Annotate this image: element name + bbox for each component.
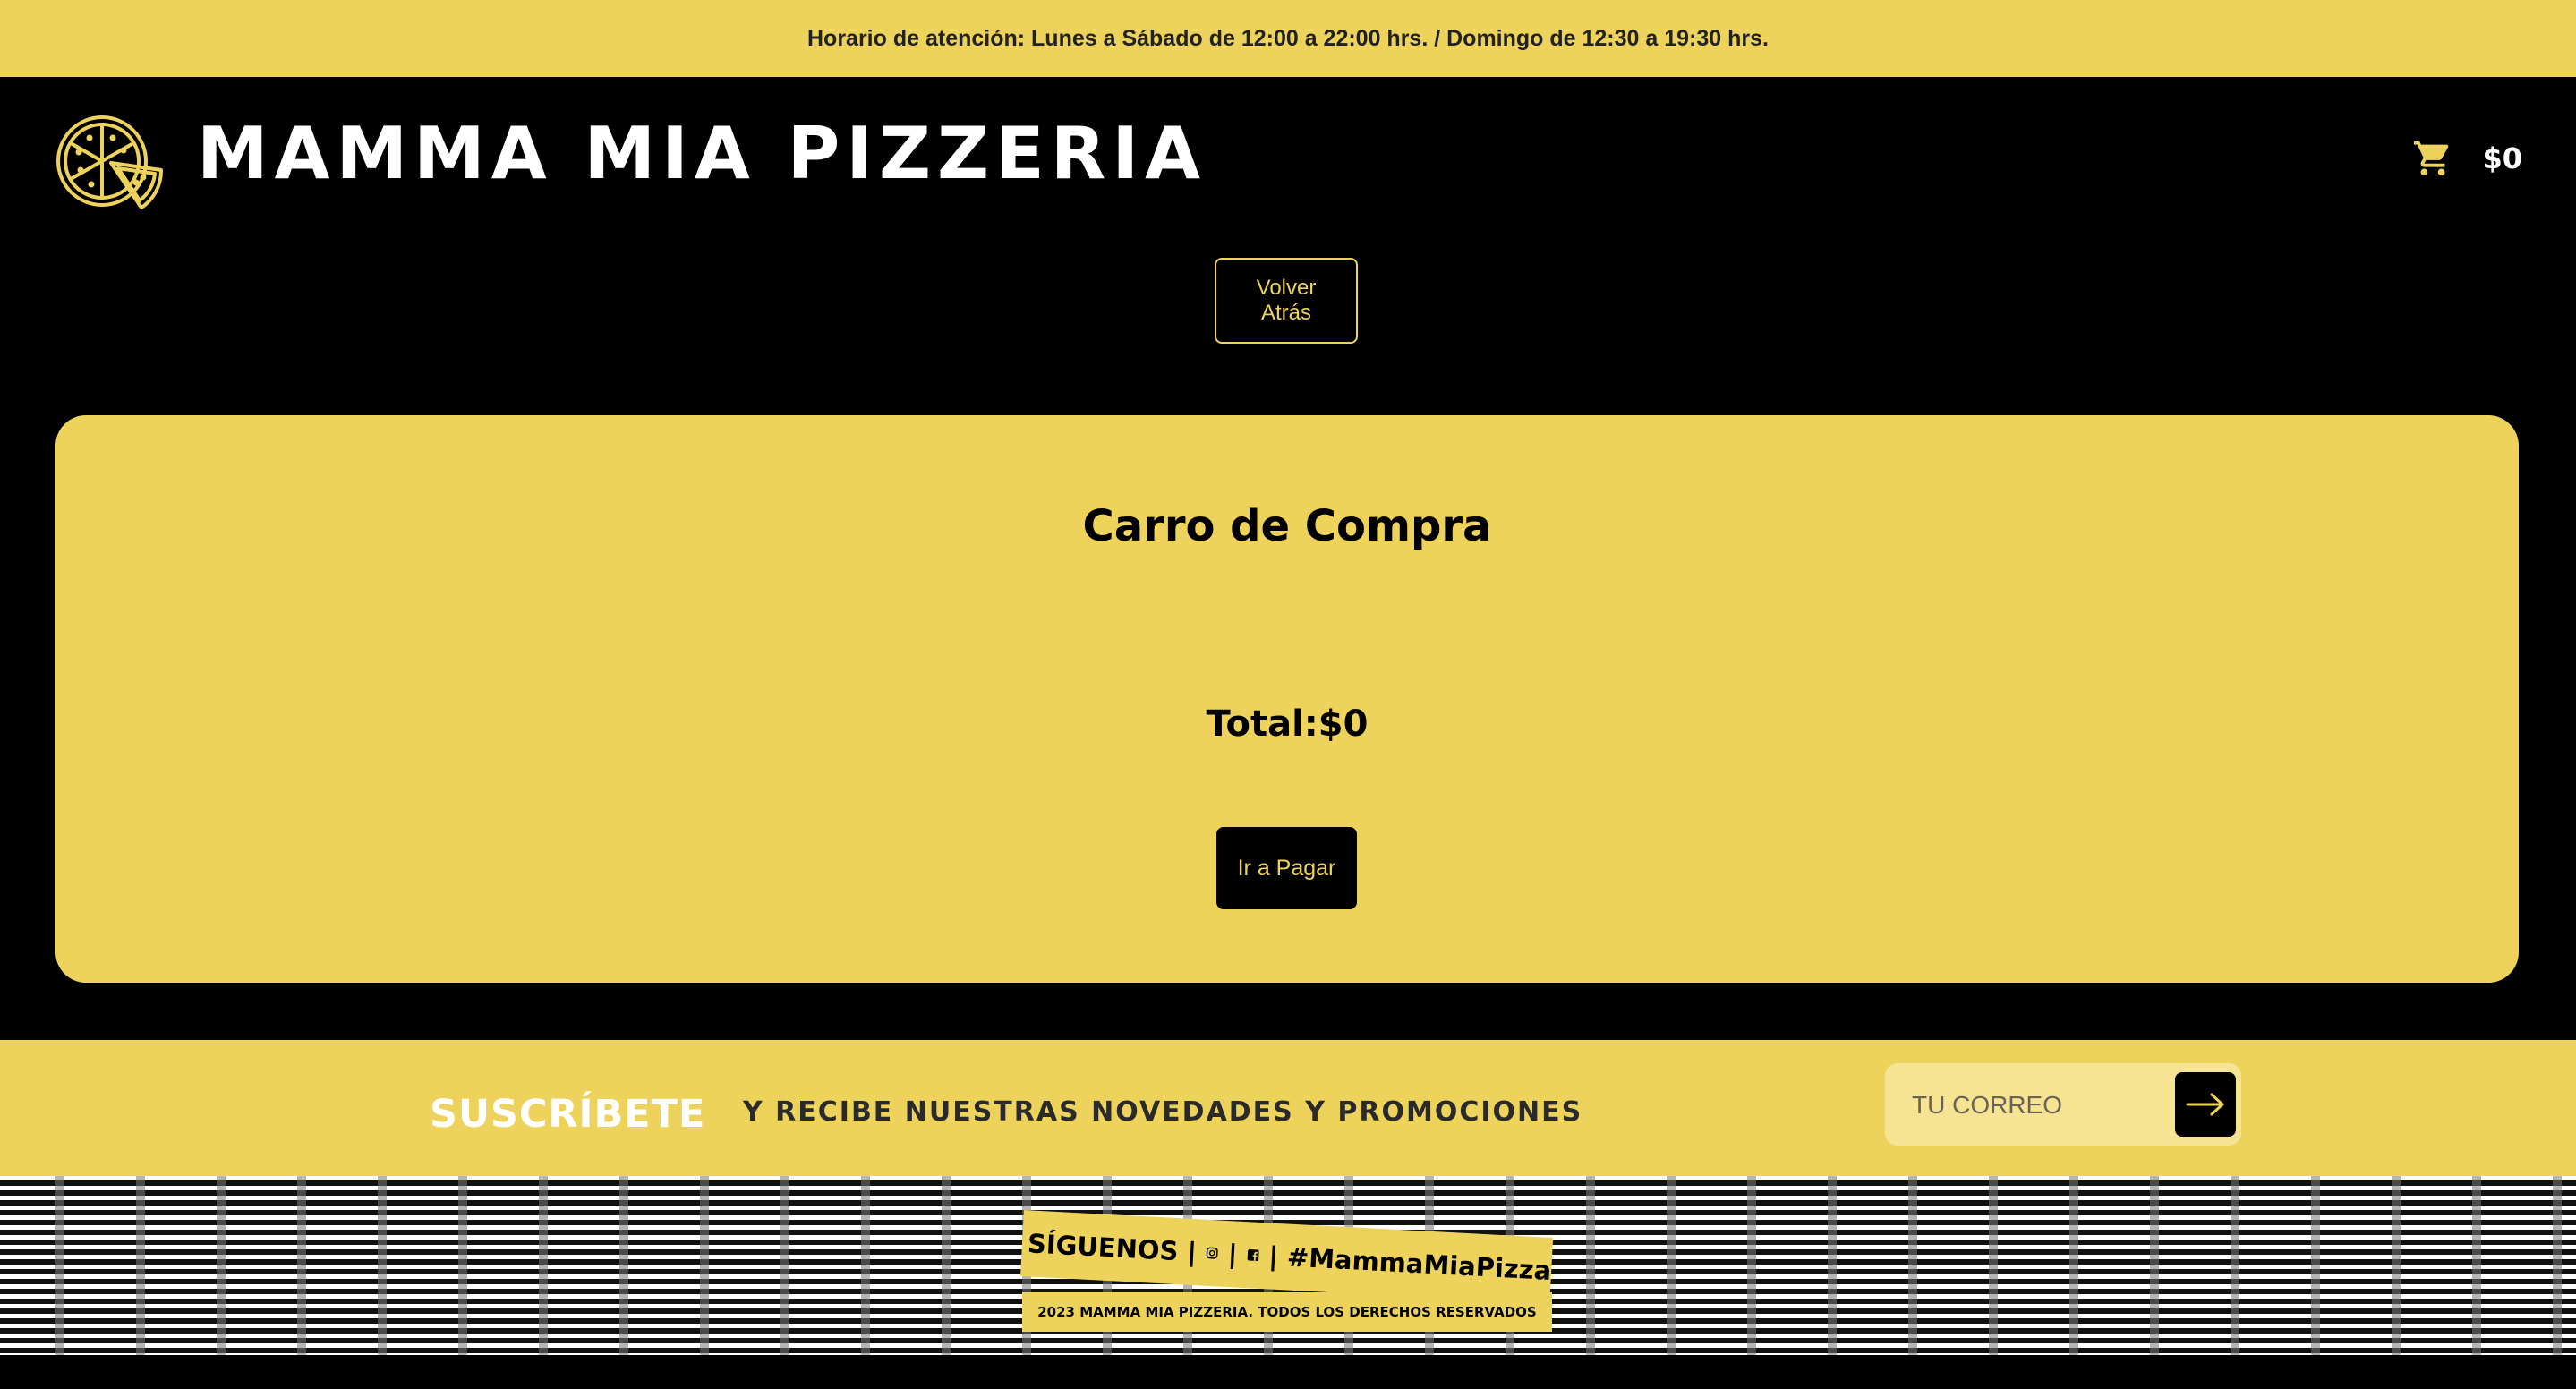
opening-hours-bar: Horario de atención: Lunes a Sábado de 1… — [0, 0, 2576, 77]
bottom-strip — [0, 1355, 2576, 1389]
copyright-text: 2023 MAMMA MIA PIZZERIA. TODOS LOS DEREC… — [1037, 1304, 1537, 1320]
follow-label: SÍGUENOS — [1027, 1228, 1180, 1267]
arrow-right-icon — [2186, 1093, 2224, 1116]
email-input[interactable] — [1885, 1063, 2182, 1147]
page-title: Carro de Compra — [1082, 501, 1492, 551]
pizza-icon[interactable] — [54, 111, 165, 211]
subscribe-title: SUSCRÍBETE — [430, 1092, 706, 1137]
cart-total: $0 — [2482, 141, 2522, 175]
hashtag: #MammaMiaPizza — [1286, 1241, 1553, 1286]
back-button[interactable]: Volver Atrás — [1215, 258, 1358, 344]
facebook-icon[interactable] — [1246, 1241, 1261, 1269]
brand-title[interactable]: MAMMA MIA PIZZERIA — [197, 118, 1207, 190]
shopping-cart-icon[interactable] — [2412, 138, 2453, 179]
cart-summary[interactable]: $0 — [2412, 138, 2522, 179]
subscribe-submit-button[interactable] — [2175, 1072, 2236, 1137]
separator: | — [1227, 1239, 1239, 1270]
newsletter-section: SUSCRÍBETE Y RECIBE NUESTRAS NOVEDADES Y… — [0, 1040, 2576, 1176]
opening-hours-text: Horario de atención: Lunes a Sábado de 1… — [807, 25, 1769, 51]
cart-total-label: Total:$0 — [1206, 703, 1369, 745]
checkout-button[interactable]: Ir a Pagar — [1216, 827, 1357, 909]
instagram-icon[interactable] — [1205, 1240, 1220, 1267]
copyright-notice: 2023 MAMMA MIA PIZZERIA. TODOS LOS DEREC… — [1022, 1292, 1552, 1332]
site-header: MAMMA MIA PIZZERIA $0 — [0, 77, 2576, 247]
email-form — [1885, 1063, 2241, 1147]
subscribe-text: Y RECIBE NUESTRAS NOVEDADES Y PROMOCIONE… — [743, 1096, 1583, 1128]
separator: | — [1186, 1236, 1198, 1268]
separator: | — [1267, 1240, 1279, 1272]
shopping-cart-panel: Carro de Compra Total:$0 Ir a Pagar — [55, 415, 2519, 983]
